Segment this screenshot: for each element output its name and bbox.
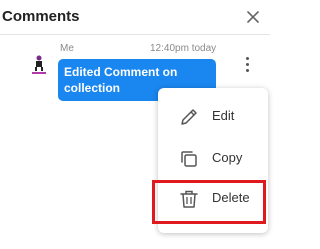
- comment-context-menu: Edit Copy Delete: [158, 88, 268, 233]
- panel-title: Comments: [2, 8, 80, 25]
- comment-author: Me: [60, 43, 74, 54]
- menu-item-delete[interactable]: Delete: [158, 180, 268, 216]
- menu-item-label: Edit: [212, 108, 235, 123]
- comments-panel: Comments Me 12:40pm today Edited Comment…: [0, 0, 270, 249]
- menu-item-copy[interactable]: Copy: [158, 140, 268, 176]
- menu-item-edit[interactable]: Edit: [158, 98, 268, 134]
- copy-icon: [178, 148, 200, 170]
- more-options-icon[interactable]: [240, 55, 254, 77]
- menu-item-label: Delete: [212, 190, 250, 205]
- menu-item-label: Copy: [212, 150, 243, 165]
- pencil-icon: [178, 106, 200, 128]
- avatar: [28, 53, 50, 75]
- panel-header: Comments: [0, 0, 270, 35]
- comment-timestamp: 12:40pm today: [150, 43, 217, 54]
- close-icon[interactable]: [244, 8, 262, 26]
- trash-icon: [178, 188, 200, 210]
